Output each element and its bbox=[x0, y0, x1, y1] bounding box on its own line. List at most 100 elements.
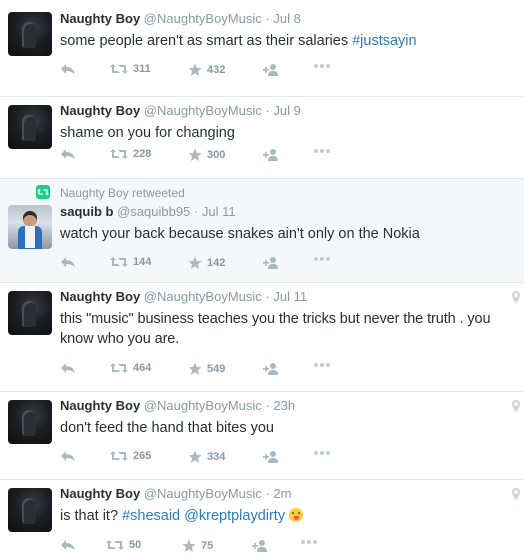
avatar[interactable] bbox=[8, 488, 52, 532]
follow-icon bbox=[263, 451, 278, 463]
author-name[interactable]: Naughty Boy bbox=[60, 486, 140, 501]
avatar[interactable] bbox=[8, 291, 52, 335]
star-icon bbox=[188, 63, 202, 76]
retweet-count: 464 bbox=[133, 362, 152, 374]
tweet[interactable]: Naughty Boy @NaughtyBoyMusic · Jul 11 th… bbox=[0, 283, 524, 392]
reply-icon bbox=[61, 451, 75, 461]
more-button[interactable] bbox=[313, 148, 331, 154]
tweet-text: shame on you for changing bbox=[60, 125, 235, 141]
retweet-button[interactable]: 464 bbox=[110, 362, 151, 374]
reply-button[interactable] bbox=[60, 148, 76, 160]
more-button[interactable] bbox=[313, 63, 331, 69]
more-button[interactable] bbox=[300, 539, 318, 545]
follow-icon bbox=[263, 149, 278, 161]
tweet[interactable]: Naughty Boy @NaughtyBoyMusic · 23h don't… bbox=[0, 392, 524, 480]
follow-button[interactable] bbox=[263, 63, 279, 77]
favorite-button[interactable]: 75 bbox=[182, 539, 213, 553]
retweet-count: 144 bbox=[133, 256, 152, 268]
star-icon bbox=[182, 539, 196, 552]
timestamp[interactable]: 2m bbox=[273, 486, 291, 501]
follow-icon bbox=[252, 540, 267, 552]
more-icon bbox=[301, 540, 317, 544]
avatar[interactable] bbox=[8, 105, 52, 149]
retweet-icon bbox=[106, 540, 124, 550]
timestamp[interactable]: Jul 8 bbox=[273, 11, 300, 26]
tweet-text: watch your back because snakes ain't onl… bbox=[60, 226, 420, 242]
tweet-text-line: know who you are. bbox=[60, 331, 180, 347]
favorite-button[interactable]: 432 bbox=[188, 63, 225, 77]
hashtag-link[interactable]: #shesaid bbox=[122, 508, 180, 524]
retweet-icon bbox=[110, 257, 128, 267]
retweet-count: 265 bbox=[133, 450, 152, 462]
favorite-button[interactable]: 549 bbox=[188, 362, 225, 376]
reply-icon bbox=[61, 363, 75, 373]
favorite-count: 142 bbox=[207, 257, 226, 269]
retweet-icon bbox=[110, 451, 128, 461]
author-name[interactable]: Naughty Boy bbox=[60, 398, 140, 413]
follow-button[interactable] bbox=[263, 256, 279, 270]
retweeted-by-label[interactable]: Naughty Boy retweeted bbox=[60, 185, 185, 201]
more-button[interactable] bbox=[313, 450, 331, 456]
follow-button[interactable] bbox=[252, 539, 268, 553]
favorite-count: 432 bbox=[207, 64, 226, 76]
tweet-text: some people aren't as smart as their sal… bbox=[60, 33, 417, 49]
reply-icon bbox=[61, 257, 75, 267]
retweet-badge-icon bbox=[36, 185, 50, 199]
more-icon bbox=[314, 363, 330, 367]
more-icon bbox=[314, 149, 330, 153]
more-button[interactable] bbox=[313, 256, 331, 262]
author-name[interactable]: Naughty Boy bbox=[60, 289, 140, 304]
reply-button[interactable] bbox=[60, 539, 76, 551]
retweet-button[interactable]: 228 bbox=[110, 148, 151, 160]
reply-button[interactable] bbox=[60, 63, 76, 75]
retweet-button[interactable]: 265 bbox=[110, 450, 151, 462]
retweeted-tweet[interactable]: Naughty Boy retweeted saquib b @saquibb9… bbox=[0, 179, 524, 283]
favorite-count: 75 bbox=[201, 540, 214, 552]
favorite-count: 549 bbox=[207, 363, 226, 375]
hashtag-link[interactable]: #justsayin bbox=[352, 33, 416, 49]
tongue-out-emoji-icon bbox=[289, 508, 304, 522]
retweet-button[interactable]: 311 bbox=[110, 63, 151, 75]
author-handle[interactable]: @NaughtyBoyMusic bbox=[144, 398, 262, 413]
avatar[interactable] bbox=[8, 400, 52, 444]
author-name[interactable]: Naughty Boy bbox=[60, 103, 140, 118]
separator: · bbox=[265, 11, 270, 26]
timestamp[interactable]: Jul 11 bbox=[273, 289, 307, 304]
reply-button[interactable] bbox=[60, 362, 76, 374]
favorite-button[interactable]: 142 bbox=[188, 256, 225, 270]
reply-button[interactable] bbox=[60, 450, 76, 462]
tweet[interactable]: Naughty Boy @NaughtyBoyMusic · Jul 9 sha… bbox=[0, 97, 524, 179]
retweet-button[interactable]: 144 bbox=[110, 256, 151, 268]
reply-button[interactable] bbox=[60, 256, 76, 268]
author-handle[interactable]: @NaughtyBoyMusic bbox=[144, 11, 262, 26]
avatar[interactable] bbox=[8, 12, 52, 56]
tweet[interactable]: Naughty Boy @NaughtyBoyMusic · 2m is tha… bbox=[0, 480, 524, 560]
author-handle[interactable]: @NaughtyBoyMusic bbox=[144, 103, 262, 118]
favorite-button[interactable]: 300 bbox=[188, 148, 225, 162]
more-button[interactable] bbox=[313, 362, 331, 368]
tweet[interactable]: Naughty Boy @NaughtyBoyMusic · Jul 8 som… bbox=[0, 0, 524, 97]
timestamp[interactable]: Jul 11 bbox=[202, 204, 236, 219]
follow-button[interactable] bbox=[263, 450, 279, 464]
follow-button[interactable] bbox=[263, 148, 279, 162]
follow-icon bbox=[263, 363, 278, 375]
author-handle[interactable]: @NaughtyBoyMusic bbox=[144, 486, 262, 501]
favorite-count: 334 bbox=[207, 451, 226, 463]
mention-link[interactable]: @kreptplaydirty bbox=[184, 508, 285, 524]
avatar[interactable] bbox=[8, 205, 52, 249]
author-name[interactable]: saquib b bbox=[60, 204, 113, 219]
timestamp[interactable]: 23h bbox=[273, 398, 295, 413]
favorite-button[interactable]: 334 bbox=[188, 450, 225, 464]
retweet-button[interactable]: 50 bbox=[106, 539, 141, 551]
reply-icon bbox=[61, 540, 75, 550]
author-handle[interactable]: @NaughtyBoyMusic bbox=[144, 289, 262, 304]
timestamp[interactable]: Jul 9 bbox=[273, 103, 300, 118]
author-handle[interactable]: @saquibb95 bbox=[117, 204, 190, 219]
star-icon bbox=[188, 148, 202, 161]
favorite-count: 300 bbox=[207, 149, 226, 161]
follow-button[interactable] bbox=[263, 362, 279, 376]
more-icon bbox=[314, 451, 330, 455]
follow-icon bbox=[263, 64, 278, 76]
follow-icon bbox=[263, 257, 278, 269]
author-name[interactable]: Naughty Boy bbox=[60, 11, 140, 26]
